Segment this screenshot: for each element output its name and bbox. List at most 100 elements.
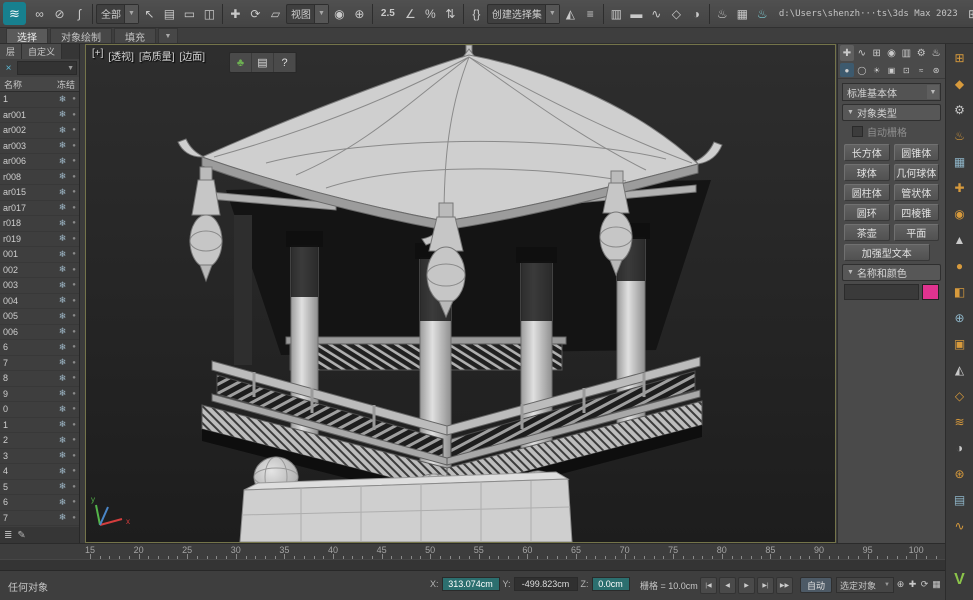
strip-tool-icon-13[interactable]: ◭ xyxy=(950,360,970,380)
freeze-icon[interactable]: ❄ xyxy=(56,342,69,353)
teapot-icon[interactable]: ♨ xyxy=(929,45,943,61)
layer-row[interactable]: ar017 ❄ ● xyxy=(0,201,79,216)
layer-row[interactable]: 9 ❄ ● xyxy=(0,387,79,402)
visibility-dot-icon[interactable]: ● xyxy=(69,453,79,459)
visibility-dot-icon[interactable]: ● xyxy=(69,189,79,195)
visibility-dot-icon[interactable]: ● xyxy=(69,96,79,102)
render-production-icon[interactable]: ♨ xyxy=(753,3,772,25)
mirror-icon[interactable]: ◭ xyxy=(561,3,580,25)
object-type-rollout[interactable]: ▼ 对象类型 xyxy=(842,104,941,121)
layer-row[interactable]: ar006 ❄ ● xyxy=(0,154,79,170)
layer-row[interactable]: 005 ❄ ● xyxy=(0,309,79,325)
layer-row[interactable]: 5 ❄ ● xyxy=(0,480,79,495)
helpers-category[interactable]: ⊡ xyxy=(899,63,913,77)
freeze-icon[interactable]: ❄ xyxy=(56,280,69,291)
perspective-viewport[interactable]: x y [+] [透视] [高质量] [边面] ♣ ▤? xyxy=(85,44,836,543)
next-frame-button[interactable]: ▶| xyxy=(757,577,774,594)
window-crossing-icon[interactable]: ◫ xyxy=(200,3,219,25)
strip-tool-icon-4[interactable]: ♨ xyxy=(950,126,970,146)
column-header-name[interactable]: 名称 xyxy=(0,78,53,91)
layer-row[interactable]: ar015 ❄ ● xyxy=(0,185,79,201)
strip-tool-icon-18[interactable]: ▤ xyxy=(950,490,970,510)
freeze-icon[interactable]: ❄ xyxy=(56,233,69,244)
layer-row[interactable]: ar003 ❄ ● xyxy=(0,139,79,154)
modify-tab[interactable]: ∿ xyxy=(855,45,869,61)
layer-row[interactable]: 1 ❄ ● xyxy=(0,418,79,433)
object-button-11[interactable]: 加强型文本 xyxy=(844,244,930,261)
object-button-2[interactable]: 圆锥体 xyxy=(893,144,939,161)
select-and-manipulate-icon[interactable]: ⊕ xyxy=(350,3,369,25)
viewport-shading-menu[interactable]: [边面] xyxy=(180,48,206,63)
freeze-icon[interactable]: ❄ xyxy=(56,140,69,151)
viewport-pov-menu[interactable]: [透视] xyxy=(108,48,134,63)
name-color-rollout[interactable]: ▼ 名称和颜色 xyxy=(842,264,941,281)
freeze-icon[interactable]: ❄ xyxy=(56,419,69,430)
freeze-icon[interactable]: ❄ xyxy=(56,109,69,120)
pan-icon[interactable]: ✚ xyxy=(907,577,918,592)
object-button-1[interactable]: 长方体 xyxy=(844,144,890,161)
freeze-icon[interactable]: ❄ xyxy=(56,218,69,229)
strip-tool-icon-1[interactable]: ⊞ xyxy=(950,48,970,68)
scene-explorer-toggle-icon[interactable]: ▥ xyxy=(607,3,626,25)
layer-row[interactable]: 0 ❄ ● xyxy=(0,402,79,418)
hierarchy-tab[interactable]: ⊞ xyxy=(870,45,884,61)
layer-row[interactable]: r018 ❄ ● xyxy=(0,216,79,232)
freeze-icon[interactable]: ❄ xyxy=(56,357,69,368)
visibility-dot-icon[interactable]: ● xyxy=(69,499,79,505)
freeze-icon[interactable]: ❄ xyxy=(56,171,69,182)
utilities-tab[interactable]: ⚙ xyxy=(914,45,928,61)
strip-tool-icon-5[interactable]: ▦ xyxy=(950,152,970,172)
use-pivot-center-icon[interactable]: ◉ xyxy=(330,3,349,25)
visibility-dot-icon[interactable]: ● xyxy=(69,112,79,118)
visibility-dot-icon[interactable]: ● xyxy=(69,267,79,273)
previous-frame-button[interactable]: ◀ xyxy=(719,577,736,594)
freeze-icon[interactable]: ❄ xyxy=(56,187,69,198)
object-button-5[interactable]: 圆柱体 xyxy=(844,184,890,201)
rendered-frame-icon[interactable]: ▦ xyxy=(733,3,752,25)
rotate-icon[interactable]: ⟳ xyxy=(246,3,265,25)
layer-row[interactable]: 003 ❄ ● xyxy=(0,278,79,294)
layer-row[interactable]: 4 ❄ ● xyxy=(0,464,79,480)
visibility-dot-icon[interactable]: ● xyxy=(69,158,79,164)
layer-row[interactable]: 3 ❄ ● xyxy=(0,449,79,464)
play-button[interactable]: ▶ xyxy=(738,577,755,594)
unlink-selection-icon[interactable]: ⊘ xyxy=(50,3,69,25)
lights-category[interactable]: ☀ xyxy=(870,63,884,77)
freeze-icon[interactable]: ❄ xyxy=(56,512,69,523)
shapes-category[interactable]: ◯ xyxy=(855,63,869,77)
geometry-category[interactable]: ● xyxy=(840,63,854,77)
freeze-icon[interactable]: ❄ xyxy=(56,311,69,322)
viewport-quality-menu[interactable]: [高质量] xyxy=(139,48,175,63)
visibility-dot-icon[interactable]: ● xyxy=(69,360,79,366)
render-setup-icon[interactable]: ♨ xyxy=(713,3,732,25)
orbit-icon[interactable]: ⟳ xyxy=(919,577,930,592)
visibility-dot-icon[interactable]: ● xyxy=(69,220,79,226)
align-icon[interactable]: ≡ xyxy=(581,3,600,25)
layer-row[interactable]: 006 ❄ ● xyxy=(0,325,79,340)
explorer-tab-layers[interactable]: 层 xyxy=(0,44,23,59)
visibility-dot-icon[interactable]: ● xyxy=(69,437,79,443)
percent-snap-icon[interactable]: % xyxy=(421,3,440,25)
select-and-link-icon[interactable]: ∞ xyxy=(30,3,49,25)
visibility-dot-icon[interactable]: ● xyxy=(69,484,79,490)
workspace-icon[interactable]: ⊞ xyxy=(964,3,973,25)
object-button-9[interactable]: 茶壶 xyxy=(844,224,890,241)
viewport-general-menu[interactable]: [+] xyxy=(92,48,103,63)
freeze-icon[interactable]: ❄ xyxy=(56,481,69,492)
freeze-icon[interactable]: ❄ xyxy=(56,404,69,415)
layer-row[interactable]: 2 ❄ ● xyxy=(0,433,79,449)
scale-icon[interactable]: ▱ xyxy=(266,3,285,25)
reference-coordinate-dropdown[interactable]: 视图 ▼ xyxy=(285,3,329,24)
selection-filter-dropdown[interactable]: 全部 ▼ xyxy=(96,3,139,24)
selection-set-dropdown[interactable]: 选定对象 ▼ xyxy=(836,577,894,593)
track-bar-lane[interactable] xyxy=(0,559,945,571)
strip-tool-icon-17[interactable]: ⊛ xyxy=(950,464,970,484)
object-button-10[interactable]: 平面 xyxy=(893,224,939,241)
timeline-ruler[interactable]: 15 20 25 30 35 40 45 50 55 60 65 70 75 80 85 90 95 100 xyxy=(0,543,945,559)
bind-to-spacewarp-icon[interactable]: ∫ xyxy=(70,3,89,25)
freeze-icon[interactable]: ❄ xyxy=(56,264,69,275)
layer-row[interactable]: 6 ❄ ● xyxy=(0,495,79,511)
visibility-dot-icon[interactable]: ● xyxy=(69,127,79,133)
spacewarps-category[interactable]: ≈ xyxy=(914,63,928,77)
material-editor-icon[interactable]: ◑ xyxy=(687,3,706,25)
